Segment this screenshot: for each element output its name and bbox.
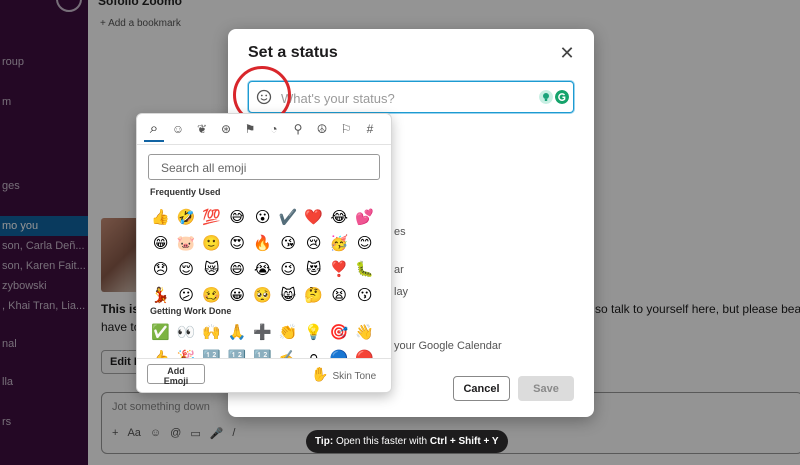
emoji-item[interactable]: 🐛 bbox=[352, 256, 378, 282]
emoji-item[interactable]: 🥳 bbox=[327, 230, 353, 256]
emoji-item[interactable]: 😭 bbox=[250, 256, 276, 282]
food-icon[interactable]: ⊛ bbox=[216, 119, 236, 139]
add-emoji-button[interactable]: Add Emoji bbox=[147, 364, 205, 386]
emoji-item[interactable]: 👍 bbox=[148, 204, 174, 230]
section-label-frequently-used: Frequently Used bbox=[150, 187, 221, 197]
emoji-item[interactable]: 😄 bbox=[225, 256, 251, 282]
emoji-item[interactable]: 😀 bbox=[225, 282, 251, 308]
emoji-item[interactable]: 😻 bbox=[301, 256, 327, 282]
emoji-item[interactable]: 🙏 bbox=[225, 319, 251, 345]
emoji-item[interactable]: 🎯 bbox=[327, 319, 353, 345]
emoji-item[interactable]: ➕ bbox=[250, 319, 276, 345]
tip-prefix: Tip: bbox=[315, 436, 334, 447]
section-label-getting-work-done: Getting Work Done bbox=[150, 306, 232, 316]
emoji-item[interactable]: 😁 bbox=[148, 230, 174, 256]
hand-icon: ✋ bbox=[311, 366, 329, 382]
emoji-item[interactable]: 😿 bbox=[199, 256, 225, 282]
emoji-picker: ⌕☺❦⊛⚑◔⚲☮⚐# Frequently Used 👍🤣💯😅😮✔️❤️😂💕 😁🐷… bbox=[136, 113, 392, 393]
shortcut-tip: Tip: Open this faster with Ctrl + Shift … bbox=[306, 430, 508, 453]
emoji-item[interactable]: 💃 bbox=[148, 282, 174, 308]
tip-shortcut: Ctrl + Shift + Y bbox=[429, 436, 499, 447]
emoji-item[interactable]: ✔️ bbox=[276, 204, 302, 230]
emoji-item[interactable]: 😮 bbox=[250, 204, 276, 230]
extension-icons bbox=[539, 90, 569, 104]
search-icon[interactable]: ⌕ bbox=[144, 119, 164, 142]
emoji-item[interactable]: 😢 bbox=[301, 230, 327, 256]
leaf-icon[interactable]: ❦ bbox=[192, 119, 212, 139]
emoji-picker-footer: Add Emoji ✋ Skin Tone bbox=[137, 358, 391, 392]
emoji-item[interactable]: 🤣 bbox=[174, 204, 200, 230]
emoji-item[interactable]: ✅ bbox=[148, 319, 174, 345]
emoji-item[interactable]: ❣️ bbox=[327, 256, 353, 282]
emoji-item[interactable]: 😘 bbox=[276, 230, 302, 256]
emoji-item[interactable]: 💡 bbox=[301, 319, 327, 345]
skin-tone-button[interactable]: ✋ Skin Tone bbox=[311, 366, 376, 383]
emoji-item[interactable]: 💕 bbox=[352, 204, 378, 230]
emoji-item[interactable]: ❤️ bbox=[301, 204, 327, 230]
status-input[interactable] bbox=[279, 87, 513, 109]
emoji-item[interactable]: 🔥 bbox=[250, 230, 276, 256]
emoji-item[interactable]: 🥺 bbox=[250, 282, 276, 308]
emoji-item[interactable]: 🐷 bbox=[174, 230, 200, 256]
save-button[interactable]: Save bbox=[518, 376, 574, 401]
emoji-item[interactable]: 😉 bbox=[276, 256, 302, 282]
emoji-item[interactable]: 😗 bbox=[352, 282, 378, 308]
emoji-item[interactable]: 🤔 bbox=[301, 282, 327, 308]
suggestion-item[interactable]: ar bbox=[394, 264, 404, 276]
emoji-item[interactable]: 😕 bbox=[174, 282, 200, 308]
close-icon[interactable]: ✕ bbox=[559, 44, 575, 62]
skin-tone-label: Skin Tone bbox=[332, 371, 377, 382]
emoji-item[interactable]: 👋 bbox=[352, 319, 378, 345]
lightbulb-icon[interactable]: ⚲ bbox=[288, 119, 308, 139]
slack-icon[interactable]: # bbox=[360, 119, 380, 139]
emoji-item[interactable]: 😫 bbox=[327, 282, 353, 308]
emoji-item[interactable]: 🥴 bbox=[199, 282, 225, 308]
travel-icon[interactable]: ◔ bbox=[264, 119, 284, 139]
suggestion-item[interactable]: lay bbox=[394, 286, 408, 298]
cancel-button[interactable]: Cancel bbox=[453, 376, 510, 401]
emoji-item[interactable]: 😊 bbox=[352, 230, 378, 256]
grammarly-icon[interactable] bbox=[555, 90, 569, 104]
emoji-grid-frequently-used: 👍 🤣 💯 😅 😮 ✔️ ❤️ 😂 💕 😁 🐷 🙂 😍 🔥 😘 😢 🥳 😊 😞 😌 😿 😄 😭 😉 😻 ❣️ 🐛 💃 😕 🥴 😀 🥺 😸 🤔 😫 😗 bbox=[148, 204, 378, 308]
emoji-item[interactable]: 😞 bbox=[148, 256, 174, 282]
flag-icon[interactable]: ⚐ bbox=[336, 119, 356, 139]
emoji-item[interactable]: 😸 bbox=[276, 282, 302, 308]
activity-icon[interactable]: ⚑ bbox=[240, 119, 260, 139]
emoji-search[interactable] bbox=[148, 154, 380, 180]
suggestion-item[interactable]: your Google Calendar bbox=[394, 340, 502, 352]
status-field[interactable] bbox=[248, 81, 574, 113]
peace-icon[interactable]: ☮ bbox=[312, 119, 332, 139]
modal-title: Set a status bbox=[248, 44, 338, 61]
emoji-item[interactable]: 😂 bbox=[327, 204, 353, 230]
smiley-icon[interactable]: ☺ bbox=[168, 119, 188, 139]
grammar-bulb-icon[interactable] bbox=[539, 90, 553, 104]
emoji-item[interactable]: 💯 bbox=[199, 204, 225, 230]
emoji-item[interactable]: 👏 bbox=[276, 319, 302, 345]
tip-text: Open this faster with bbox=[335, 436, 428, 447]
emoji-item[interactable]: 🙌 bbox=[199, 319, 225, 345]
emoji-search-input[interactable] bbox=[159, 158, 373, 178]
emoji-category-tabs: ⌕ ☺ ❦ ⊛ ⚑ ◔ ⚲ ☮ ⚐ # bbox=[137, 114, 391, 145]
emoji-item[interactable]: 🙂 bbox=[199, 230, 225, 256]
emoji-item[interactable]: 👀 bbox=[174, 319, 200, 345]
suggestion-item[interactable]: es bbox=[394, 226, 406, 238]
emoji-item[interactable]: 😌 bbox=[174, 256, 200, 282]
emoji-item[interactable]: 😍 bbox=[225, 230, 251, 256]
emoji-item[interactable]: 😅 bbox=[225, 204, 251, 230]
